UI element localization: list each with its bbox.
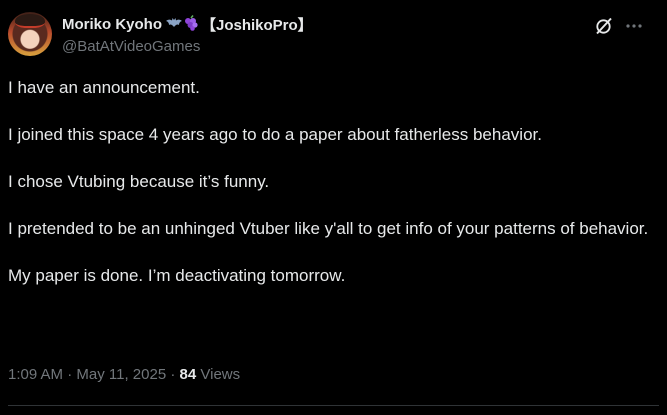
- tweet-paragraph: I have an announcement.: [8, 78, 200, 97]
- tweet-card: Moriko Kyoho 【JoshikoPro】 @BatAtVideoGam…: [0, 0, 667, 415]
- bat-emoji-icon: [166, 17, 182, 32]
- avatar[interactable]: [8, 12, 52, 56]
- views-label: Views: [200, 366, 241, 383]
- display-name-tag: 【JoshikoPro】: [201, 16, 313, 34]
- tweet-paragraph: My paper is done. I’m deactivating tomor…: [8, 266, 346, 285]
- tweet-time[interactable]: 1:09 AM: [8, 366, 63, 383]
- meta-separator: ·: [170, 366, 176, 383]
- tweet-paragraph: I pretended to be an unhinged Vtuber lik…: [8, 219, 649, 238]
- divider: [8, 405, 659, 406]
- tweet-date[interactable]: May 11, 2025: [76, 366, 166, 383]
- avatar-hat: [15, 14, 45, 28]
- grok-icon[interactable]: [594, 16, 614, 36]
- grape-emoji-icon: [183, 14, 199, 34]
- more-options-icon[interactable]: [624, 16, 644, 36]
- meta-separator: ·: [67, 366, 73, 383]
- user-handle[interactable]: @BatAtVideoGames: [62, 38, 200, 55]
- tweet-meta: 1:09 AM · May 11, 2025 · 84 Views: [8, 366, 240, 383]
- author-name-row: Moriko Kyoho 【JoshikoPro】: [62, 13, 313, 35]
- tweet-paragraph: I joined this space 4 years ago to do a …: [8, 125, 542, 144]
- views-count[interactable]: 84: [180, 366, 197, 383]
- display-name[interactable]: Moriko Kyoho: [62, 16, 162, 33]
- tweet-text: I have an announcement. I joined this sp…: [8, 76, 658, 311]
- tweet-paragraph: I chose Vtubing because it’s funny.: [8, 172, 270, 191]
